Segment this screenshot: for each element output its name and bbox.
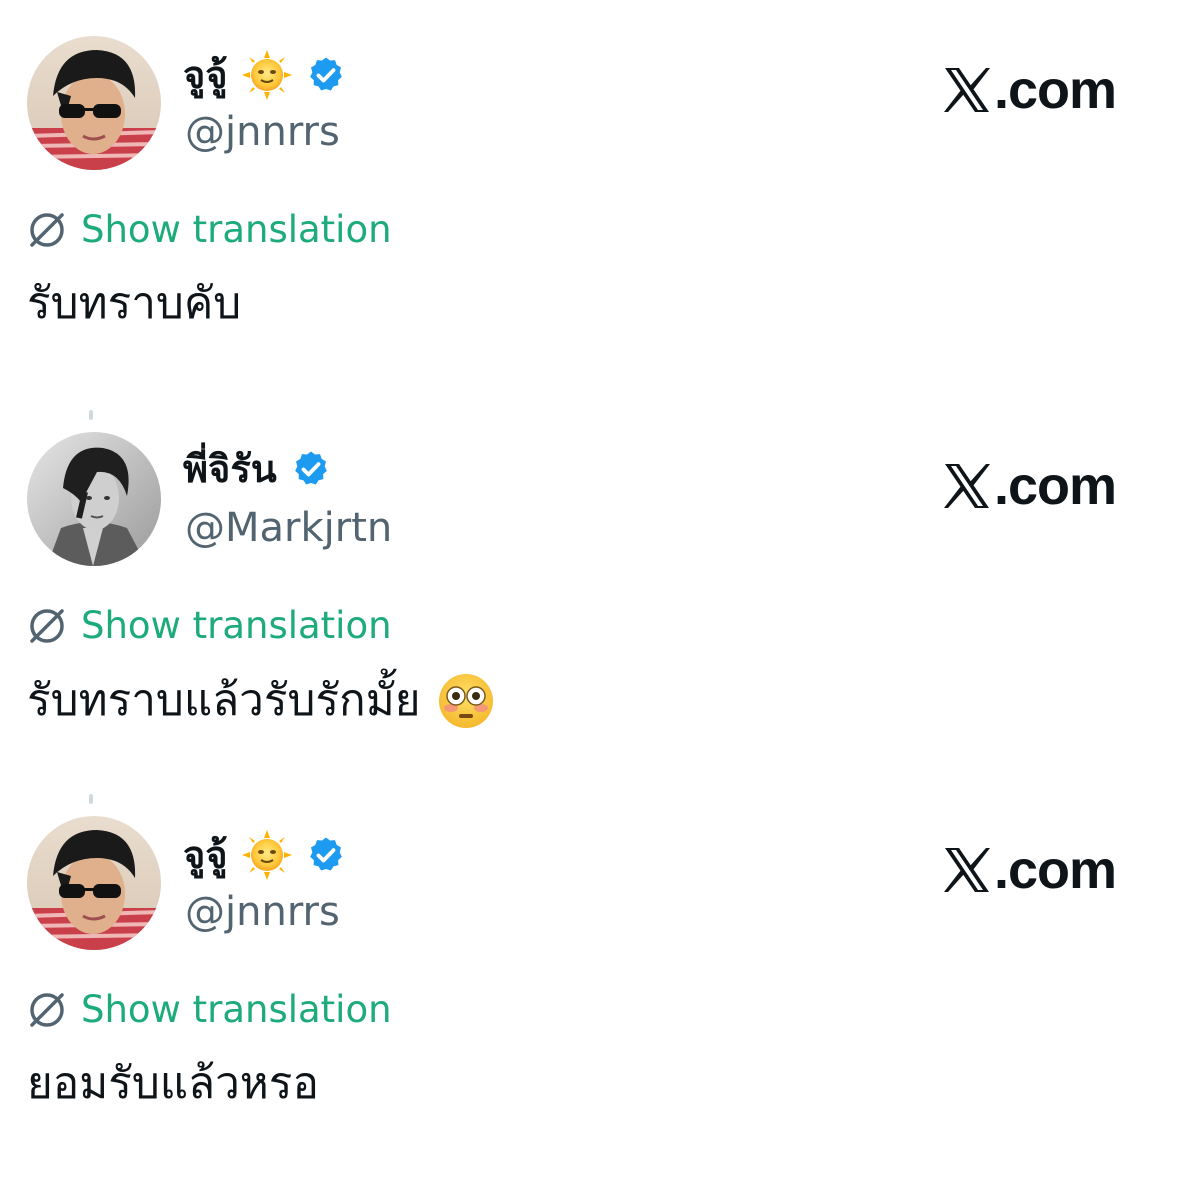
x-brand: .com xyxy=(942,60,1117,120)
tweet-body: รับทราบแล้วรับรักมั้ย xyxy=(27,672,495,730)
tweet-text: รับทราบแล้วรับรักมั้ย xyxy=(27,675,421,726)
translate-globe-icon xyxy=(30,213,64,247)
brand-domain: .com xyxy=(994,456,1117,516)
display-name[interactable]: จูจู้ xyxy=(183,52,228,98)
brand-domain: .com xyxy=(994,60,1117,120)
show-translation-link[interactable]: Show translation xyxy=(27,604,392,648)
display-name[interactable]: พี่จิรัน xyxy=(183,446,277,492)
thread-connector xyxy=(89,410,93,420)
x-brand: .com xyxy=(942,840,1117,900)
tweet-card: จูจู้ @jnnrrs .com xyxy=(0,36,1178,416)
x-brand: .com xyxy=(942,456,1117,516)
user-handle[interactable]: @jnnrrs xyxy=(185,888,340,936)
user-handle[interactable]: @Markjrtn xyxy=(185,504,392,552)
show-translation-link[interactable]: Show translation xyxy=(27,988,392,1032)
x-logo-icon xyxy=(944,848,990,892)
translate-globe-icon xyxy=(30,993,64,1027)
x-logo-icon xyxy=(944,464,990,508)
verified-badge-icon xyxy=(309,57,342,91)
tweet-body: รับทราบคับ xyxy=(27,276,241,332)
user-handle[interactable]: @jnnrrs xyxy=(185,108,340,156)
thread-connector xyxy=(89,794,93,804)
tweet-text: ยอมรับแล้วหรอ xyxy=(27,1058,319,1109)
verified-badge-icon xyxy=(309,837,342,871)
sun-with-face-icon xyxy=(241,50,292,100)
flushed-face-icon xyxy=(438,674,493,728)
translate-globe-icon xyxy=(30,609,64,643)
author-name-row: จูจู้ xyxy=(183,50,346,100)
show-translation-label[interactable]: Show translation xyxy=(81,988,392,1032)
avatar[interactable] xyxy=(27,36,161,170)
show-translation-link[interactable]: Show translation xyxy=(27,208,392,252)
tweet-body: ยอมรับแล้วหรอ xyxy=(27,1056,319,1112)
show-translation-label[interactable]: Show translation xyxy=(81,208,392,252)
show-translation-label[interactable]: Show translation xyxy=(81,604,392,648)
avatar[interactable] xyxy=(27,816,161,950)
tweet-card: จูจู้ @jnnrrs .com xyxy=(0,816,1178,1196)
tweet-text: รับทราบคับ xyxy=(27,278,242,329)
avatar[interactable] xyxy=(27,432,161,566)
display-name[interactable]: จูจู้ xyxy=(183,832,228,878)
sun-with-face-icon xyxy=(241,830,292,880)
author-name-row: พี่จิรัน xyxy=(183,446,331,492)
author-name-row: จูจู้ xyxy=(183,830,346,880)
x-logo-icon xyxy=(944,68,990,112)
verified-badge-icon xyxy=(294,451,327,485)
brand-domain: .com xyxy=(994,840,1117,900)
tweet-card: พี่จิรัน @Markjrtn .com Show translation… xyxy=(0,432,1178,812)
